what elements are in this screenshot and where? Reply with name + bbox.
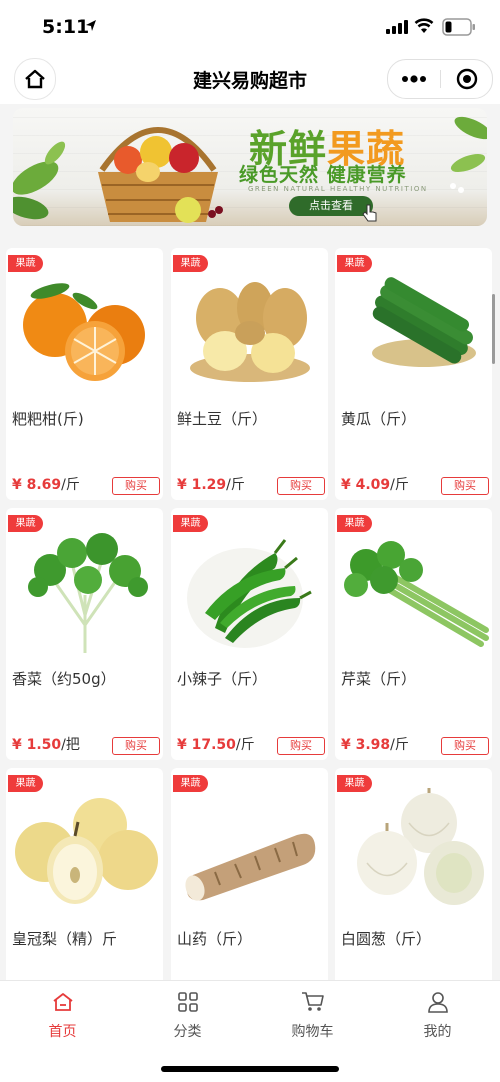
buy-button[interactable]: 购买 — [441, 477, 489, 495]
buy-button[interactable]: 购买 — [112, 737, 160, 755]
mini-program-capsule — [387, 59, 493, 99]
more-button[interactable] — [388, 60, 440, 98]
location-arrow-icon — [86, 20, 96, 31]
product-card[interactable]: 果蔬 黄瓜（斤） ¥ 4.09/斤 购买 — [335, 248, 492, 500]
category-icon — [177, 992, 198, 1012]
tab-label: 购物车 — [291, 1024, 334, 1040]
status-time: 5:11 — [42, 16, 90, 38]
status-bar: 5:11 — [0, 0, 500, 56]
potato-icon — [189, 281, 310, 382]
product-image — [6, 530, 163, 653]
cart-icon — [301, 992, 324, 1011]
battery-icon — [442, 18, 475, 36]
banner-view-button[interactable]: 点击查看 — [289, 196, 373, 216]
buy-button[interactable]: 购买 — [277, 737, 325, 755]
pointer-hand-icon — [362, 204, 377, 222]
product-image — [171, 530, 328, 650]
onion-icon — [356, 787, 484, 905]
price-amount: ¥ 8.69 — [12, 477, 62, 493]
price-amount: ¥ 1.29 — [177, 477, 227, 493]
product-image — [335, 270, 492, 390]
tab-label: 我的 — [423, 1024, 452, 1040]
product-name: 黄瓜（斤） — [341, 410, 417, 428]
product-image — [6, 270, 163, 390]
product-name: 皇冠梨（精）斤 — [12, 930, 118, 948]
pepper-icon — [186, 538, 312, 648]
tangerine-icon — [22, 282, 145, 381]
more-dots-icon — [402, 75, 426, 83]
product-name: 山药（斤） — [177, 930, 253, 948]
product-card[interactable]: 果蔬 鲜土豆（斤） ¥ 1.29/斤 购买 — [171, 248, 328, 500]
price-unit: /把 — [61, 737, 80, 753]
product-price: ¥ 4.09/斤 — [341, 474, 409, 494]
banner-english-slogan: GREEN NATURAL HEALTHY NUTRITION — [248, 185, 428, 193]
celery-icon — [344, 541, 489, 647]
leaves-left-icon — [13, 141, 66, 220]
scrollbar[interactable] — [492, 294, 495, 364]
product-card[interactable]: 果蔬 粑粑柑(斤) ¥ 8.69/斤 购买 — [6, 248, 163, 500]
tab-label: 分类 — [173, 1024, 202, 1040]
product-card[interactable]: 果蔬 香菜（约50g） ¥ 1.50/把 购买 — [6, 508, 163, 760]
product-price: ¥ 1.50/把 — [12, 734, 80, 754]
product-card[interactable]: 果蔬 芹菜（斤） ¥ 3.98/斤 购买 — [335, 508, 492, 760]
leaves-right-icon — [450, 116, 487, 193]
price-unit: /斤 — [390, 737, 409, 753]
promo-banner[interactable]: 新鲜果蔬 绿色天然 健康营养 GREEN NATURAL HEALTHY NUT… — [13, 108, 487, 226]
price-unit: /斤 — [226, 477, 245, 493]
price-amount: ¥ 3.98 — [341, 737, 391, 753]
price-amount: ¥ 17.50 — [177, 737, 236, 753]
product-image — [171, 790, 328, 910]
buy-button[interactable]: 购买 — [277, 477, 325, 495]
product-image — [335, 787, 492, 910]
tab-category[interactable]: 分类 — [125, 989, 250, 1049]
close-program-button[interactable] — [441, 60, 492, 98]
target-close-icon — [456, 68, 477, 90]
product-name: 粑粑柑(斤) — [12, 410, 84, 428]
product-price: ¥ 8.69/斤 — [12, 474, 80, 494]
price-unit: /斤 — [61, 477, 80, 493]
product-name: 鲜土豆（斤） — [177, 410, 268, 428]
coriander-icon — [27, 533, 148, 653]
product-name: 芹菜（斤） — [341, 670, 417, 688]
product-name: 香菜（约50g） — [12, 670, 116, 688]
product-price: ¥ 17.50/斤 — [177, 734, 255, 754]
cellular-signal-icon — [386, 20, 408, 34]
product-image — [6, 790, 163, 910]
nav-bar: 建兴易购超市 — [0, 56, 500, 104]
tab-label: 首页 — [48, 1024, 77, 1040]
tab-profile[interactable]: 我的 — [375, 989, 500, 1049]
buy-button[interactable]: 购买 — [441, 737, 489, 755]
home-icon — [52, 993, 73, 1011]
price-amount: ¥ 4.09 — [341, 477, 391, 493]
cucumber-icon — [371, 276, 476, 367]
tab-home[interactable]: 首页 — [0, 989, 125, 1049]
product-price: ¥ 3.98/斤 — [341, 734, 409, 754]
banner-subtitle: 绿色天然 健康营养 — [239, 164, 407, 186]
price-amount: ¥ 1.50 — [12, 737, 62, 753]
tab-cart[interactable]: 购物车 — [250, 989, 375, 1049]
wifi-icon — [414, 18, 434, 33]
pear-icon — [14, 798, 158, 904]
price-unit: /斤 — [390, 477, 409, 493]
yam-icon — [184, 833, 315, 901]
fruit-basket-icon — [98, 127, 223, 223]
buy-button[interactable]: 购买 — [112, 477, 160, 495]
product-image — [171, 270, 328, 390]
product-image — [335, 530, 492, 650]
user-icon — [427, 992, 448, 1013]
home-indicator — [161, 1066, 339, 1072]
product-name: 白圆葱（斤） — [341, 930, 432, 948]
product-price: ¥ 1.29/斤 — [177, 474, 245, 494]
price-unit: /斤 — [235, 737, 255, 753]
product-card[interactable]: 果蔬 小辣子（斤） ¥ 17.50/斤 购买 — [171, 508, 328, 760]
product-name: 小辣子（斤） — [177, 670, 268, 688]
